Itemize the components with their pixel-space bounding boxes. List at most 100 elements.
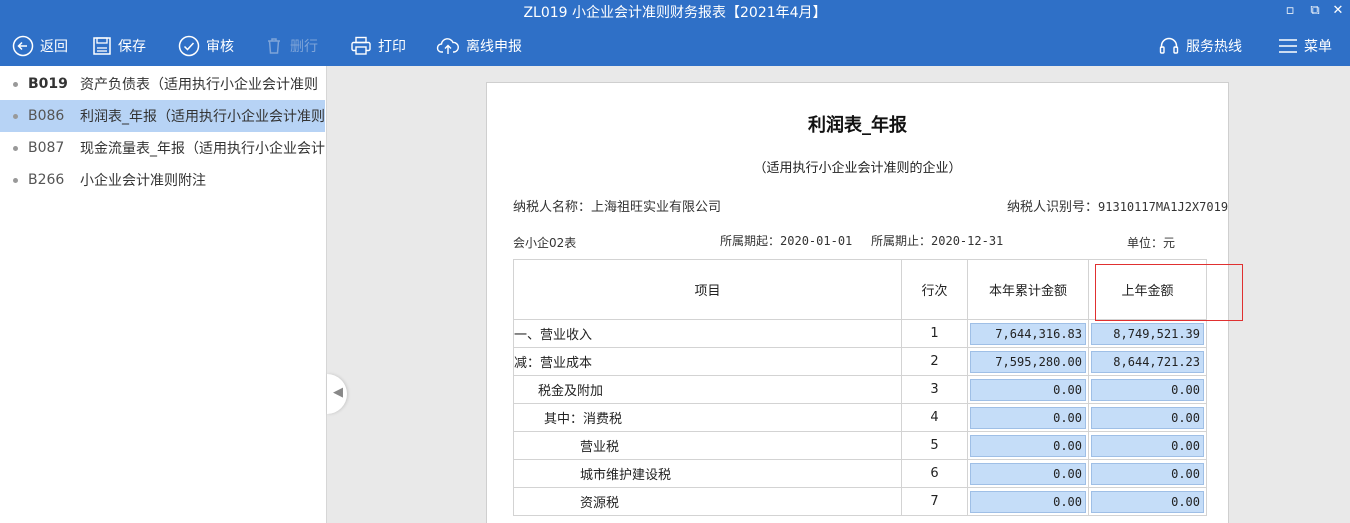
chevron-left-icon: ◀ [333, 385, 343, 400]
sidebar-item-b019[interactable]: B019 资产负债表（适用执行小企业会计准则 [0, 68, 325, 100]
delete-row-button[interactable]: 删行 [264, 35, 318, 57]
sidebar-item-code: B086 [28, 108, 65, 124]
current-amount-input[interactable]: 7,644,316.83 [970, 322, 1086, 345]
report-title: 利润表_年报 [808, 115, 907, 136]
back-arrow-icon [12, 35, 34, 57]
current-amount-input[interactable]: 0.00 [970, 406, 1086, 429]
cloud-upload-icon [436, 38, 459, 54]
taxpayer-name: 纳税人名称：上海祖旺实业有限公司 [513, 196, 721, 215]
sidebar-item-code: B019 [28, 76, 68, 92]
previous-amount-input[interactable]: 8,644,721.23 [1091, 350, 1204, 373]
sidebar-item-code: B087 [28, 140, 65, 156]
restore-button[interactable]: ⧉ [1305, 1, 1325, 21]
table-row: 减：营业成本 2 7,595,280.00 8,644,721.23 [513, 347, 1207, 376]
row-item: 税金及附加 [513, 375, 902, 404]
sidebar: B019 资产负债表（适用执行小企业会计准则 B086 利润表_年报（适用执行小… [0, 66, 327, 523]
current-amount-input[interactable]: 7,595,280.00 [970, 350, 1086, 373]
row-item: 一、营业收入 [513, 319, 902, 348]
unit-value: 元 [1163, 236, 1176, 250]
previous-amount-input[interactable]: 0.00 [1091, 378, 1204, 401]
annotation-highlight-box [1095, 264, 1243, 321]
offline-declare-label: 离线申报 [466, 39, 522, 55]
table-row: 城市维护建设税 6 0.00 0.00 [513, 459, 1207, 488]
table-row: 资源税 7 0.00 0.00 [513, 487, 1207, 516]
print-label: 打印 [378, 39, 406, 55]
save-label: 保存 [118, 39, 146, 55]
previous-amount-input[interactable]: 0.00 [1091, 406, 1204, 429]
taxpayer-id: 纳税人识别号：91310117MA1J2X7019 [1007, 196, 1228, 215]
hotline-button[interactable]: 服务热线 [1158, 35, 1242, 57]
period-end-label: 所属期止： [871, 234, 932, 248]
previous-amount-input[interactable]: 0.00 [1091, 434, 1204, 457]
save-icon [93, 37, 111, 55]
form-code: 会小企02表 [513, 236, 577, 250]
period-end: 所属期止：2020-12-31 [871, 232, 1003, 249]
row-line: 7 [901, 487, 968, 516]
back-label: 返回 [40, 39, 68, 55]
back-button[interactable]: 返回 [12, 35, 68, 57]
window-title: ZL019 小企业会计准则财务报表【2021年4月】 [523, 5, 827, 21]
row-line: 5 [901, 431, 968, 460]
sidebar-item-label: 现金流量表_年报（适用执行小企业会计 [80, 141, 325, 157]
taxpayer-id-value: 91310117MA1J2X7019 [1098, 200, 1229, 214]
bullet-dot [13, 145, 18, 151]
column-header-current: 本年累计金额 [967, 259, 1089, 320]
printer-icon [351, 36, 371, 55]
save-button[interactable]: 保存 [92, 35, 146, 57]
toolbar: 返回 保存 审核 删行 打印 离线申报 服务热线 菜单 [0, 24, 1350, 66]
bullet-dot [13, 81, 18, 87]
previous-amount-input[interactable]: 0.00 [1091, 462, 1204, 485]
hamburger-icon [1279, 39, 1297, 53]
column-header-line: 行次 [901, 259, 968, 320]
column-header-item: 项目 [513, 259, 902, 320]
row-line: 2 [901, 347, 968, 376]
minimize-button[interactable]: ▫ [1280, 1, 1300, 21]
period-start-value: 2020-01-01 [780, 234, 853, 248]
taxpayer-id-label: 纳税人识别号： [1007, 200, 1099, 215]
period-start: 所属期起：2020-01-01 [720, 232, 852, 249]
sidebar-item-label: 利润表_年报（适用执行小企业会计准则 [80, 109, 325, 125]
unit-label: 单位： [1127, 236, 1164, 250]
period-end-value: 2020-12-31 [931, 234, 1004, 248]
table-row: 其中：消费税 4 0.00 0.00 [513, 403, 1207, 432]
print-button[interactable]: 打印 [350, 35, 406, 57]
row-line: 4 [901, 403, 968, 432]
row-item: 其中：消费税 [513, 403, 902, 432]
row-line: 6 [901, 459, 968, 488]
taxpayer-name-value: 上海祖旺实业有限公司 [591, 200, 722, 215]
previous-amount-input[interactable]: 8,749,521.39 [1091, 322, 1204, 345]
current-amount-input[interactable]: 0.00 [970, 378, 1086, 401]
unit: 单位：元 [1127, 234, 1175, 251]
row-item: 营业税 [513, 431, 902, 460]
sidebar-item-b086[interactable]: B086 利润表_年报（适用执行小企业会计准则 [0, 100, 325, 132]
report-subtitle: （适用执行小企业会计准则的企业） [753, 161, 962, 176]
current-amount-input[interactable]: 0.00 [970, 490, 1086, 513]
title-bar: ZL019 小企业会计准则财务报表【2021年4月】 ▫ ⧉ ✕ [0, 0, 1350, 24]
sidebar-collapse-handle[interactable]: ◀ [327, 374, 347, 414]
sidebar-item-label: 资产负债表（适用执行小企业会计准则 [80, 77, 318, 93]
menu-label: 菜单 [1304, 39, 1332, 55]
offline-declare-button[interactable]: 离线申报 [436, 35, 522, 57]
sidebar-item-b087[interactable]: B087 现金流量表_年报（适用执行小企业会计 [0, 132, 325, 164]
row-item: 资源税 [513, 487, 902, 516]
row-item: 城市维护建设税 [513, 459, 902, 488]
review-button[interactable]: 审核 [178, 35, 234, 57]
row-line: 1 [901, 319, 968, 348]
close-button[interactable]: ✕ [1328, 1, 1348, 21]
trash-icon [268, 38, 280, 54]
row-item: 减：营业成本 [513, 347, 902, 376]
hotline-label: 服务热线 [1186, 39, 1242, 55]
taxpayer-name-label: 纳税人名称： [513, 200, 592, 215]
period-start-label: 所属期起： [720, 234, 781, 248]
row-line: 3 [901, 375, 968, 404]
headset-icon [1159, 37, 1179, 54]
menu-button[interactable]: 菜单 [1278, 35, 1332, 57]
current-amount-input[interactable]: 0.00 [970, 434, 1086, 457]
table-row: 税金及附加 3 0.00 0.00 [513, 375, 1207, 404]
table-row: 一、营业收入 1 7,644,316.83 8,749,521.39 [513, 319, 1207, 348]
current-amount-input[interactable]: 0.00 [970, 462, 1086, 485]
previous-amount-input[interactable]: 0.00 [1091, 490, 1204, 513]
check-circle-icon [178, 35, 200, 57]
sidebar-item-b266[interactable]: B266 小企业会计准则附注 [0, 164, 325, 196]
bullet-dot [13, 177, 18, 183]
